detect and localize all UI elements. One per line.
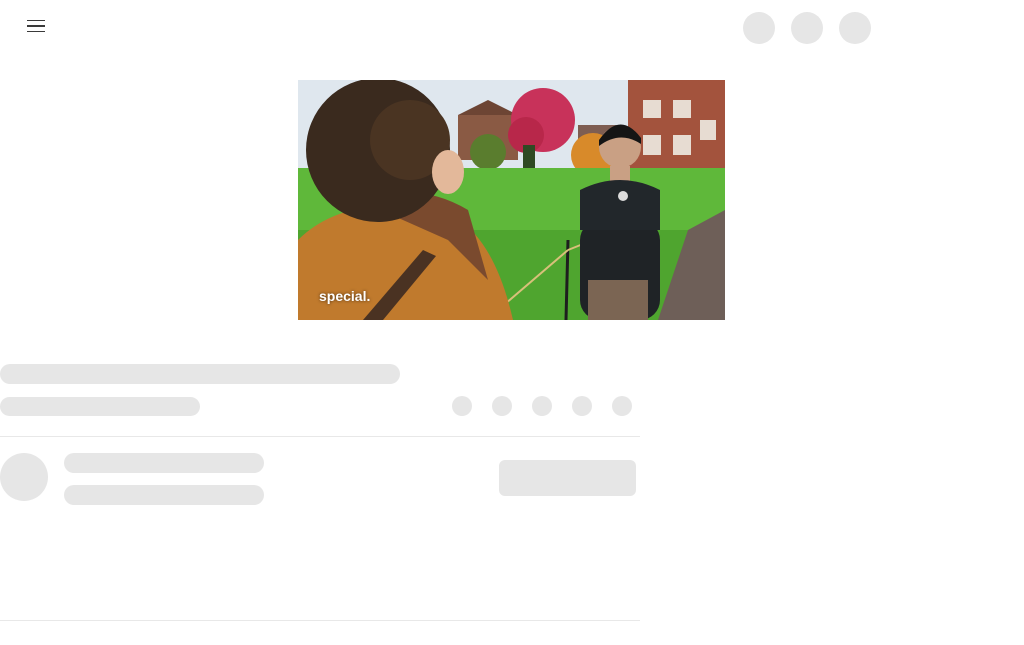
menu-icon[interactable] — [24, 14, 48, 38]
meta-placeholder — [0, 397, 200, 416]
action-placeholder-3[interactable] — [532, 396, 552, 416]
action-placeholder-4[interactable] — [572, 396, 592, 416]
page: special. — [0, 0, 1024, 645]
avatar-placeholder[interactable] — [0, 453, 48, 501]
subscribe-button-placeholder[interactable] — [499, 460, 636, 496]
channel-meta-placeholder — [64, 485, 264, 505]
action-placeholder-5[interactable] — [612, 396, 632, 416]
action-placeholder-2[interactable] — [492, 396, 512, 416]
channel-name-placeholder — [64, 453, 264, 473]
divider-top — [0, 436, 640, 437]
title-placeholder — [0, 364, 400, 384]
divider-bottom — [0, 620, 640, 621]
video-frame-illustration — [298, 80, 725, 320]
header-action-placeholder-3[interactable] — [839, 12, 871, 44]
header-action-placeholder-1[interactable] — [743, 12, 775, 44]
video-player[interactable]: special. — [298, 80, 725, 320]
header-action-placeholder-2[interactable] — [791, 12, 823, 44]
action-placeholder-1[interactable] — [452, 396, 472, 416]
video-caption: special. — [319, 288, 371, 304]
